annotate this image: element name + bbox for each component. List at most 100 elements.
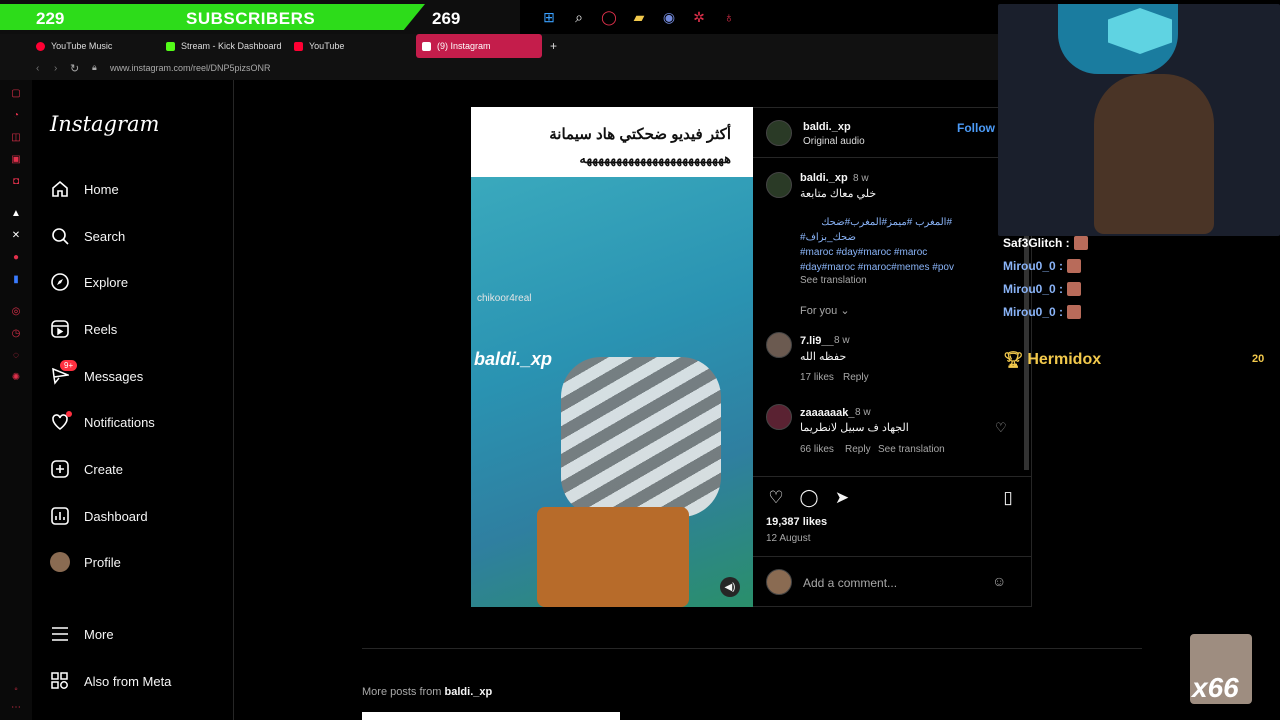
more-posts-heading: More posts from baldi._xp	[362, 686, 493, 698]
hashtags-line3[interactable]: #maroc #day#maroc #maroc	[800, 247, 927, 258]
hashtags-line4[interactable]: #day#maroc #maroc#memes #pov	[800, 262, 954, 273]
instagram-icon	[422, 41, 431, 51]
back-icon[interactable]: ‹	[36, 63, 39, 74]
youtube-icon	[294, 41, 303, 51]
chat-message: Saf3Glitch :	[1003, 236, 1088, 250]
share-icon[interactable]: ➤	[832, 488, 852, 508]
see-translation-link[interactable]: See translation	[800, 275, 867, 286]
sidebar-icon-9[interactable]: ▮	[10, 274, 22, 286]
lock-icon: 🔒︎	[92, 62, 97, 72]
reply-button[interactable]: Reply	[843, 372, 869, 383]
sidebar-icon-14[interactable]: ◦	[10, 684, 22, 696]
search-icon[interactable]: ⌕	[570, 8, 588, 26]
nav-also-from-meta[interactable]: Also from Meta	[50, 671, 171, 691]
nav-reels[interactable]: Reels	[50, 319, 117, 339]
opera-icon[interactable]: ◯	[600, 8, 618, 26]
volume-button[interactable]: ◀)	[720, 577, 740, 597]
home-icon	[50, 179, 70, 199]
comment-likes[interactable]: 17 likes	[800, 372, 834, 383]
likes-count[interactable]: 19,387 likes	[766, 516, 827, 528]
sidebar-icon-12[interactable]: ◌	[10, 350, 22, 362]
tab-kick-dashboard[interactable]: Stream - Kick Dashboard	[160, 34, 285, 58]
video-caption-line2: ههههههههههههههههههههههههه	[579, 151, 732, 166]
sidebar-icon-1[interactable]: ▢	[10, 88, 22, 100]
author-avatar[interactable]	[766, 120, 792, 146]
x-icon[interactable]: ✕	[10, 230, 22, 242]
nav-home[interactable]: Home	[50, 179, 119, 199]
hashtags-line1[interactable]: #المغرب #ميمز#المغرب#ضحك	[800, 217, 952, 228]
divider	[753, 157, 1031, 158]
comment-time: 8 w	[834, 335, 850, 346]
video-person	[561, 357, 721, 517]
more-posts-thumbnail[interactable]	[362, 712, 620, 720]
tab-instagram[interactable]: (9) Instagram	[416, 34, 542, 58]
kick-icon	[166, 41, 175, 51]
post-date: 12 August	[766, 533, 811, 544]
reply-button[interactable]: Reply	[845, 444, 871, 455]
messages-badge: 9+	[60, 360, 78, 371]
nav-search[interactable]: Search	[50, 226, 125, 246]
comment-avatar[interactable]	[766, 404, 792, 430]
comment-like-heart-icon[interactable]: ♡	[995, 420, 1007, 436]
more-posts-username[interactable]: baldi._xp	[445, 686, 493, 698]
comment-input[interactable]: Add a comment...	[803, 576, 897, 590]
settings-icon[interactable]: ✲	[690, 8, 708, 26]
new-tab-button[interactable]: +	[544, 34, 560, 58]
hashtags-line2[interactable]: #ضحك_بزاف	[800, 232, 856, 243]
video-watermark-small: chikoor4real	[477, 293, 532, 304]
nav-dashboard[interactable]: Dashboard	[50, 506, 148, 526]
emote-icon	[1067, 305, 1082, 319]
divider	[753, 476, 1031, 477]
sidebar-icon-5[interactable]: ◘	[10, 176, 22, 188]
author-username[interactable]: baldi._xp	[803, 121, 851, 133]
desc-time: 8 w	[853, 173, 869, 184]
nav-create[interactable]: Create	[50, 459, 123, 479]
sidebar-icon-2[interactable]: ◔	[10, 110, 22, 122]
sidebar-icon-10[interactable]: ◎	[10, 306, 22, 318]
discord-icon[interactable]: ◉	[660, 8, 678, 26]
comment-icon[interactable]: ◯	[799, 488, 819, 508]
comment-text: حفظه الله	[800, 351, 847, 363]
audio-label[interactable]: Original audio	[803, 136, 865, 147]
divider	[362, 648, 1142, 649]
for-you-dropdown[interactable]: For you ⌄	[800, 304, 850, 317]
follow-button[interactable]: Follow	[957, 121, 995, 135]
comment-username[interactable]: 7.li9__	[800, 335, 834, 347]
forward-icon[interactable]: ›	[54, 63, 57, 74]
chevron-down-icon: ⌄	[840, 305, 850, 317]
url-field[interactable]: www.instagram.com/reel/DNP5pizsONR	[110, 63, 271, 73]
more-icon[interactable]: ⋯	[10, 702, 22, 714]
clock-icon[interactable]: ◷	[10, 328, 22, 340]
desc-username[interactable]: baldi._xp	[800, 172, 848, 184]
comment-likes[interactable]: 66 likes	[800, 444, 834, 455]
comment-text: الجهاد ف سبيل لانطريما	[800, 422, 909, 434]
gear-icon[interactable]: ✺	[10, 372, 22, 384]
webcam-overlay	[998, 4, 1280, 236]
like-heart-icon[interactable]: ♡	[766, 488, 786, 508]
tab-youtube-music[interactable]: YouTube Music	[30, 34, 155, 58]
sidebar-icon-8[interactable]: ●	[10, 252, 22, 264]
sidebar-icon-4[interactable]: ▣	[10, 154, 22, 166]
nav-more[interactable]: More	[50, 624, 114, 644]
tab-youtube[interactable]: YouTube	[288, 34, 408, 58]
reload-icon[interactable]: ↻	[70, 62, 79, 75]
comment-avatar[interactable]	[766, 332, 792, 358]
instagram-logo[interactable]: Instagram	[50, 112, 159, 136]
see-translation-link[interactable]: See translation	[878, 444, 945, 455]
nav-profile[interactable]: Profile	[50, 552, 121, 572]
folder-icon[interactable]: ▰	[630, 8, 648, 26]
browser-sidebar: ▢ ◔ ◫ ▣ ◘ ▲ ✕ ● ▮ ◎ ◷ ◌ ✺ ◦ ⋯	[0, 80, 32, 720]
avatar	[50, 552, 70, 572]
pin-icon[interactable]: ♁	[720, 8, 738, 26]
desc-avatar[interactable]	[766, 172, 792, 198]
windows-icon[interactable]: ⊞	[540, 8, 558, 26]
bookmark-icon[interactable]: ▯	[998, 488, 1018, 508]
sidebar-icon-6[interactable]: ▲	[10, 208, 22, 220]
emoji-icon[interactable]: ☺	[992, 573, 1006, 589]
reel-video[interactable]: أكثر فيديو ضحكتي هاد سيمانة هههههههههههه…	[471, 107, 753, 607]
nav-explore[interactable]: Explore	[50, 272, 128, 292]
taskbar: ⊞ ⌕ ◯ ▰ ◉ ✲ ♁	[540, 6, 738, 28]
sidebar-icon-3[interactable]: ◫	[10, 132, 22, 144]
comment-username[interactable]: zaaaaaak_	[800, 407, 854, 419]
webcam-streamer	[1094, 74, 1214, 234]
